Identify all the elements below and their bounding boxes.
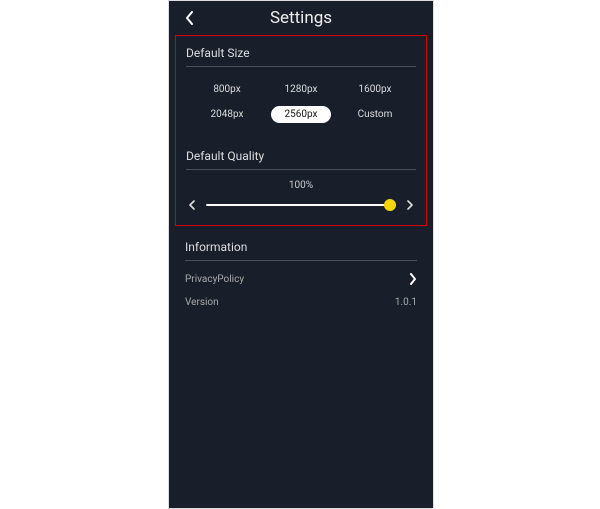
size-option-800px[interactable]: 800px — [197, 81, 257, 98]
quality-slider[interactable] — [186, 199, 416, 211]
chevron-left-icon — [185, 11, 195, 25]
privacy-policy-label: PrivacyPolicy — [185, 274, 244, 285]
size-options: 800px 1280px 1600px 2048px 2560px Custom — [186, 67, 416, 131]
chevron-left-icon — [188, 200, 196, 210]
version-value: 1.0.1 — [395, 297, 417, 308]
size-option-1600px[interactable]: 1600px — [345, 81, 405, 98]
size-option-1280px[interactable]: 1280px — [271, 81, 331, 98]
slider-thumb[interactable] — [384, 199, 396, 211]
information-section: Information PrivacyPolicy Version 1.0.1 — [185, 240, 417, 308]
quality-value: 100% — [186, 170, 416, 199]
size-option-2560px[interactable]: 2560px — [271, 106, 331, 123]
back-button[interactable] — [181, 9, 199, 27]
highlight-box: Default Size 800px 1280px 1600px 2048px 2560… — [175, 35, 427, 226]
default-quality-heading: Default Quality — [186, 135, 416, 170]
chevron-right-icon — [406, 200, 414, 210]
version-label: Version — [185, 297, 219, 308]
size-option-custom[interactable]: Custom — [345, 106, 405, 123]
default-size-heading: Default Size — [186, 42, 416, 67]
privacy-policy-row[interactable]: PrivacyPolicy — [185, 261, 417, 285]
slider-increase[interactable] — [404, 199, 416, 211]
information-heading: Information — [185, 240, 417, 261]
slider-decrease[interactable] — [186, 199, 198, 211]
settings-screen: Settings Default Size 800px 1280px 1600px 2… — [168, 0, 434, 509]
chevron-right-icon — [409, 273, 417, 285]
page-title: Settings — [270, 8, 332, 28]
size-option-2048px[interactable]: 2048px — [197, 106, 257, 123]
header: Settings — [169, 1, 433, 35]
version-row: Version 1.0.1 — [185, 285, 417, 308]
slider-track[interactable] — [206, 204, 396, 206]
